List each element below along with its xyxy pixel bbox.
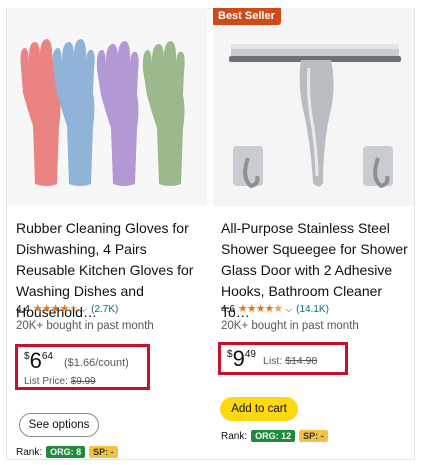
rank-row: Rank: ORG: 12 SP: -: [221, 430, 328, 442]
unit-price: ($1.66/count): [64, 357, 129, 369]
price-fraction: 49: [244, 349, 256, 360]
rank-label: Rank:: [16, 446, 43, 458]
price-highlight-box: $ 9 49 List: $14.98: [218, 342, 348, 375]
shower-squeegee-image: [229, 44, 401, 189]
add-to-cart-button[interactable]: Add to cart: [220, 397, 298, 421]
price-fraction: 64: [41, 351, 53, 362]
rating-row[interactable]: 4.6 ★ ★ ★ ★ ★ ⌵ (14.1K): [221, 302, 329, 316]
rank-sp-tag: SP: -: [299, 430, 328, 442]
rank-sp-tag: SP: -: [89, 446, 118, 458]
list-price-value: $14.98: [285, 355, 318, 367]
list-price-label: List:: [263, 355, 283, 367]
star-rating[interactable]: ★ ★ ★ ★ ★: [32, 302, 78, 315]
product-card-gloves: Rubber Cleaning Gloves for Dishwashing, …: [7, 8, 207, 460]
best-seller-badge: Best Seller: [213, 8, 281, 25]
see-options-button[interactable]: See options: [19, 413, 99, 437]
review-count-link[interactable]: (2.7K): [91, 304, 118, 315]
list-price-value: $9.99: [70, 376, 96, 387]
list-price-label: List Price:: [24, 376, 68, 387]
star-rating[interactable]: ★ ★ ★ ★ ★: [237, 302, 283, 315]
star-full-icon: ★: [59, 302, 70, 315]
rank-org-tag: ORG: 8: [46, 446, 86, 458]
rating-value: 4.4: [16, 303, 30, 315]
rank-row: Rank: ORG: 8 SP: -: [16, 446, 118, 458]
product-card-squeegee: Best Seller All-Purpose Stainless Steel …: [213, 8, 414, 460]
star-full-icon: ★: [246, 302, 257, 315]
star-full-icon: ★: [255, 302, 266, 315]
price-whole: 6: [29, 348, 42, 373]
price[interactable]: $ 6 64: [24, 349, 53, 373]
star-full-icon: ★: [41, 302, 52, 315]
price[interactable]: $ 9 49: [227, 347, 256, 371]
rank-org-tag: ORG: 12: [251, 430, 296, 442]
star-full-icon: ★: [32, 302, 43, 315]
star-half-icon: ★: [68, 302, 78, 315]
chevron-down-icon[interactable]: ⌵: [80, 304, 87, 315]
rating-value: 4.6: [221, 303, 235, 315]
review-count-link[interactable]: (14.1K): [296, 304, 329, 315]
list-price: List Price: $9.99: [24, 376, 96, 387]
rank-label: Rank:: [221, 430, 248, 442]
bought-in-past-month: 20K+ bought in past month: [221, 320, 359, 332]
rubber-gloves-image: [20, 39, 185, 186]
star-half-icon: ★: [273, 302, 283, 315]
rating-row[interactable]: 4.4 ★ ★ ★ ★ ★ ⌵ (2.7K): [16, 302, 118, 316]
product-image[interactable]: [7, 8, 207, 206]
star-full-icon: ★: [50, 302, 61, 315]
star-full-icon: ★: [237, 302, 248, 315]
list-price: List: $14.98: [263, 355, 317, 367]
star-full-icon: ★: [264, 302, 275, 315]
price-whole: 9: [232, 346, 245, 371]
product-image[interactable]: Best Seller: [213, 8, 414, 206]
price-highlight-box: $ 6 64 ($1.66/count) List Price: $9.99: [15, 344, 150, 390]
bought-in-past-month: 20K+ bought in past month: [16, 320, 154, 332]
chevron-down-icon[interactable]: ⌵: [285, 304, 292, 315]
